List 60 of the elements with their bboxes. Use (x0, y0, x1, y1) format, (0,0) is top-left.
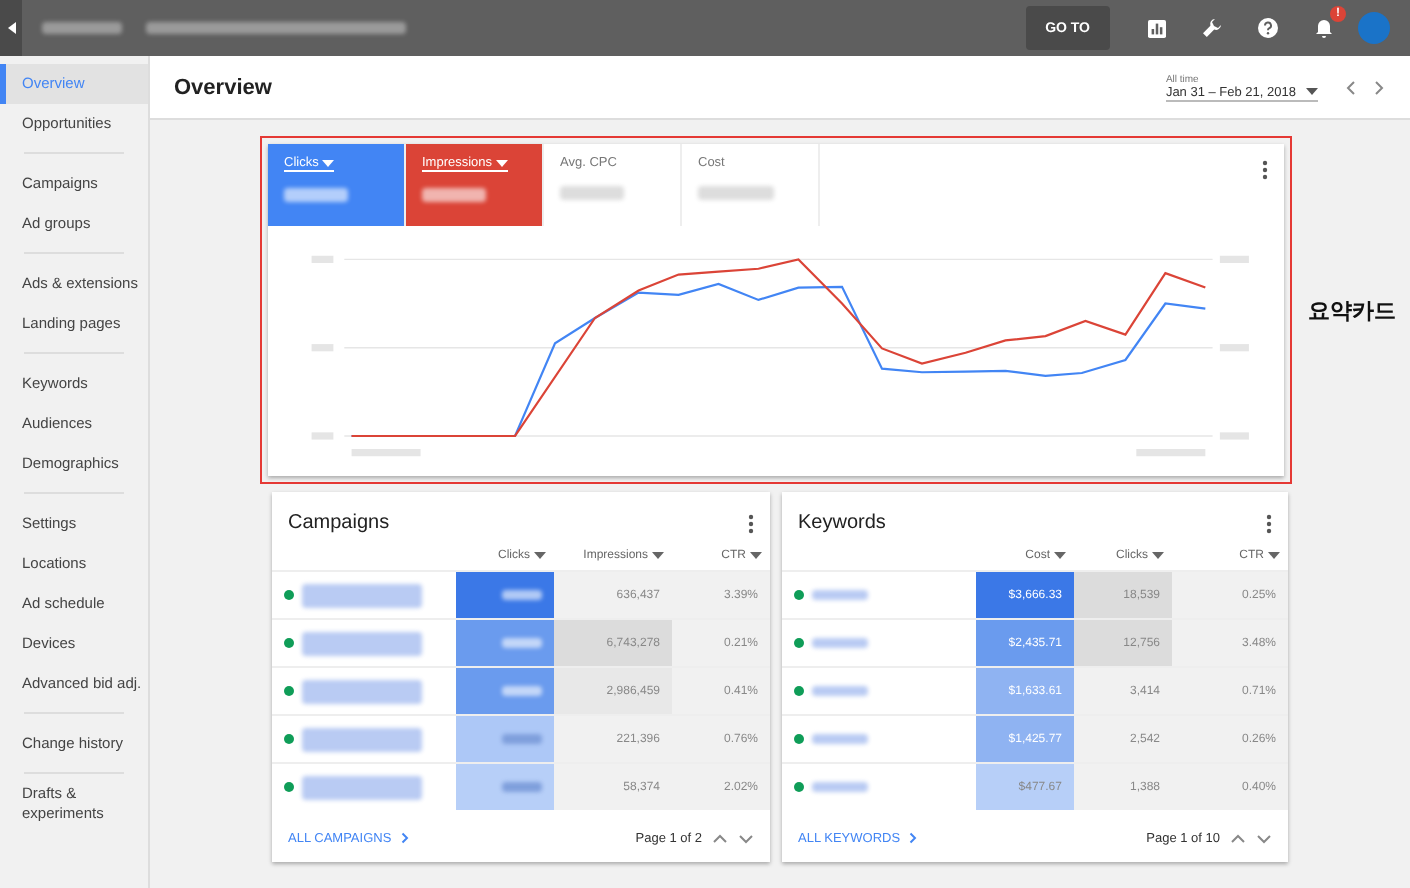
redacted-text (698, 186, 774, 200)
redacted-text (812, 782, 868, 792)
back-button[interactable] (0, 0, 22, 56)
redacted-text (502, 782, 542, 792)
redacted-text (812, 638, 868, 648)
down-icon[interactable] (738, 830, 754, 846)
bell-icon (1314, 18, 1334, 38)
redacted-text (302, 631, 422, 655)
caret-icon (750, 552, 762, 560)
redacted-text (302, 679, 422, 703)
up-icon[interactable] (712, 830, 728, 846)
dropdown-caret-icon (1306, 88, 1318, 96)
caret-icon (1054, 552, 1066, 560)
status-dot (284, 638, 294, 648)
status-dot (794, 638, 804, 648)
redacted-text (502, 734, 542, 744)
down-icon[interactable] (1256, 830, 1272, 846)
redacted-text (502, 590, 542, 600)
chevron-right-icon (906, 832, 919, 844)
status-dot (794, 590, 804, 600)
redacted-text (42, 22, 122, 34)
caret-icon (1268, 552, 1280, 560)
annotation-label: 요약카드 (1308, 297, 1396, 325)
more-icon[interactable] (1262, 160, 1268, 180)
redacted-text (812, 734, 868, 744)
chevron-right-icon (397, 832, 410, 844)
redacted-text (302, 727, 422, 751)
redacted-text (302, 775, 422, 799)
caret-icon (496, 159, 509, 167)
redacted-text (560, 186, 624, 200)
caret-icon (652, 552, 664, 560)
redacted-text (812, 686, 868, 696)
status-dot (794, 734, 804, 744)
next-icon[interactable] (1370, 79, 1386, 95)
redacted-text (302, 583, 422, 607)
more-icon[interactable] (1266, 513, 1272, 533)
redacted-text (502, 638, 542, 648)
status-dot (284, 590, 294, 600)
wrench-icon (1202, 18, 1222, 38)
up-icon[interactable] (1230, 830, 1246, 846)
more-icon[interactable] (748, 513, 754, 533)
redacted-text (422, 188, 486, 202)
card-title: Campaigns (288, 512, 392, 534)
status-dot (284, 782, 294, 792)
status-dot (284, 734, 294, 744)
page-title: Overview (174, 75, 274, 99)
redacted-text (812, 590, 868, 600)
chart-icon (1147, 19, 1165, 37)
help-icon (1258, 18, 1278, 38)
caret-icon (534, 552, 546, 560)
redacted-text (502, 686, 542, 696)
status-dot (284, 686, 294, 696)
caret-icon (322, 159, 335, 167)
back-arrow-icon (7, 22, 15, 34)
status-dot (794, 686, 804, 696)
redacted-text (284, 188, 348, 202)
card-title: Keywords (798, 512, 888, 534)
previous-icon[interactable] (1344, 79, 1360, 95)
caret-icon (1152, 552, 1164, 560)
status-dot (794, 782, 804, 792)
